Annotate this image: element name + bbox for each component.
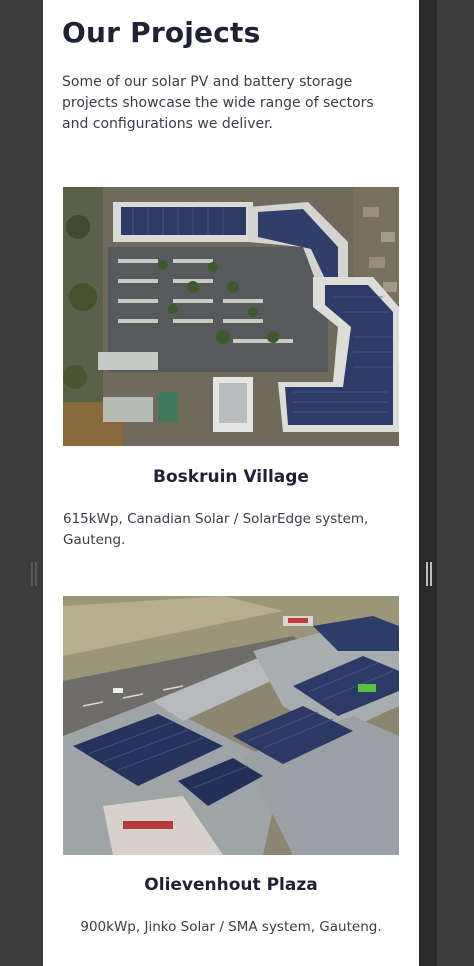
project-title: Olievenhout Plaza [144, 875, 318, 895]
left-resize-handle[interactable] [31, 562, 37, 586]
project-title: Boskruin Village [153, 467, 309, 487]
project-description: 615kWp, Canadian Solar / SolarEdge syste… [63, 511, 369, 548]
right-resize-handle[interactable] [426, 562, 432, 586]
project-image-olievenhout-plaza [63, 596, 399, 855]
project-description: 900kWp, Jinko Solar / SMA system, Gauten… [80, 919, 382, 935]
left-gutter [0, 0, 43, 966]
content-panel: Our Projects Some of our solar PV and ba… [43, 0, 419, 966]
project-image-boskruin-village [63, 187, 399, 446]
intro-paragraph: Some of our solar PV and battery storage… [62, 74, 374, 132]
page-title: Our Projects [62, 16, 261, 49]
right-gutter [419, 0, 474, 966]
